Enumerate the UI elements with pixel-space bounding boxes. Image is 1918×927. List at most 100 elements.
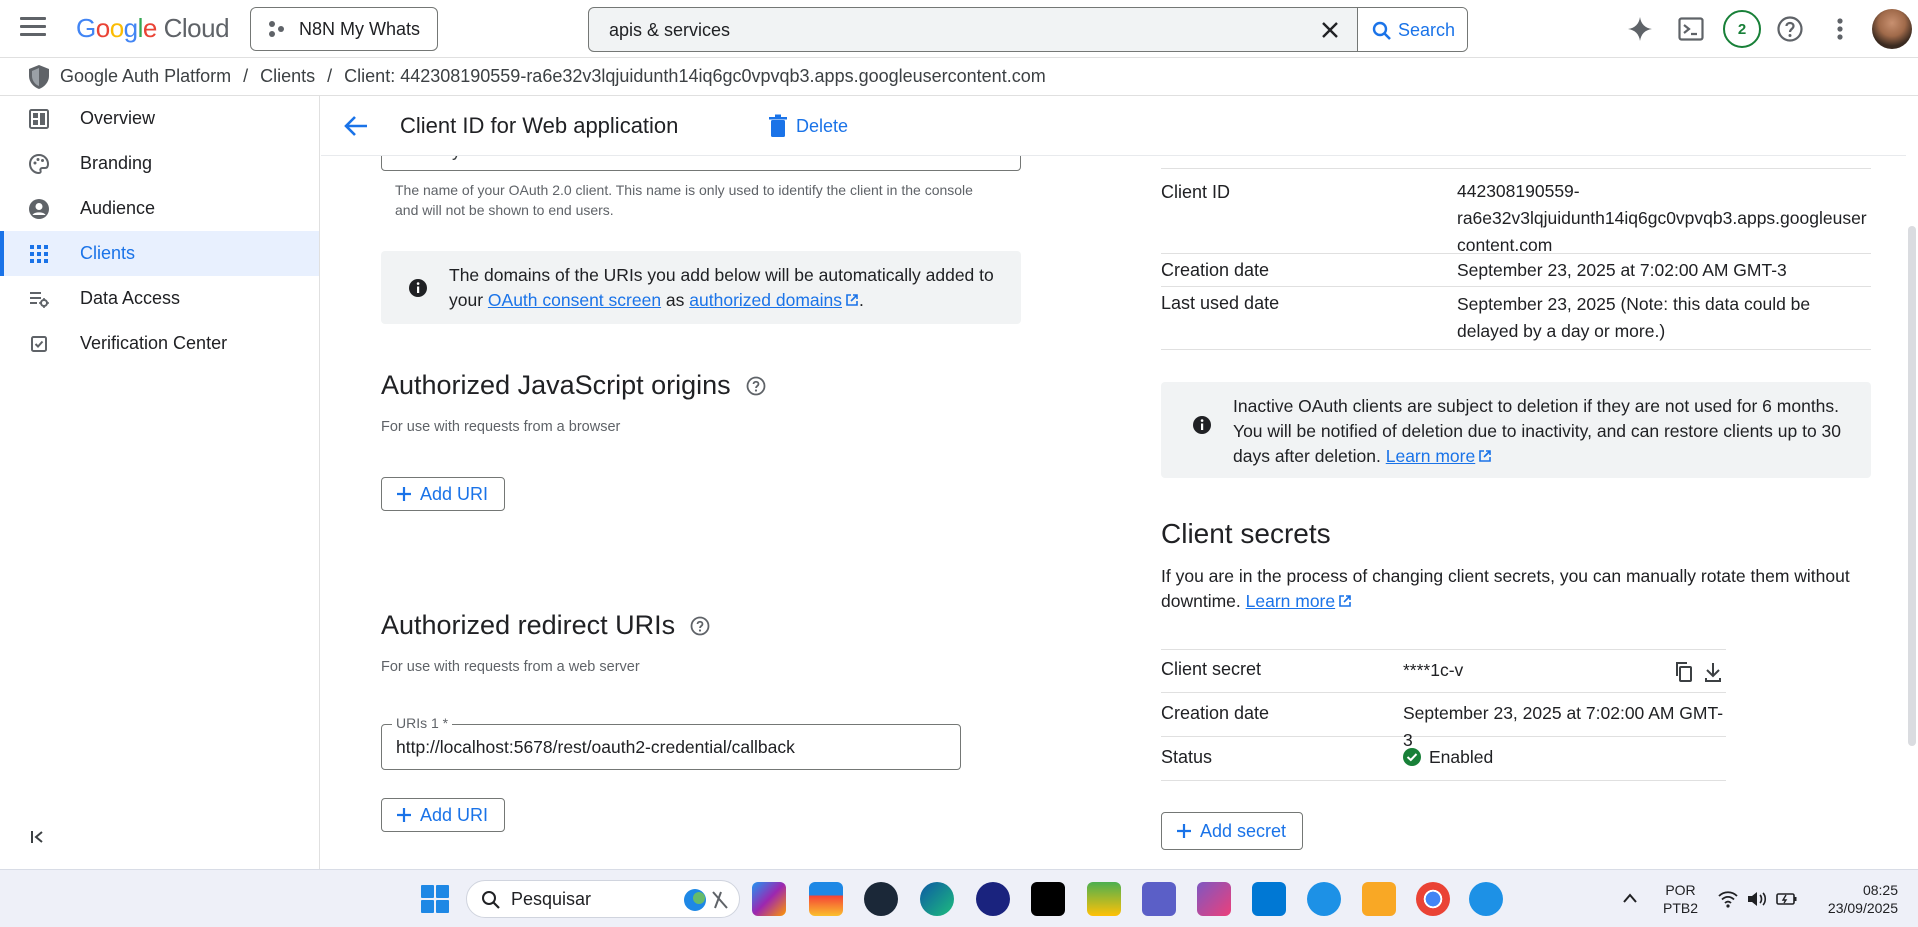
client-secret-table: Client secret ****1c-v Creation date Sep… [1161,650,1726,781]
windows-start-icon[interactable] [418,882,452,916]
vscode-icon[interactable] [1252,882,1286,916]
dashboard-icon [29,109,49,129]
clear-search-icon[interactable] [1315,15,1345,45]
client-name-helper: The name of your OAuth 2.0 client. This … [395,182,973,218]
python-icon[interactable] [1087,882,1121,916]
learn-more-link[interactable]: Learn more [1246,591,1336,611]
project-picker[interactable]: N8N My Whats [250,7,438,51]
scrollbar[interactable] [1906,96,1918,869]
client-id-row: Client ID 442308190559- ra6e32v3lqjuidunt… [1161,169,1871,255]
help-icon[interactable] [745,375,767,397]
docker-desktop-icon[interactable] [1469,882,1503,916]
status-value: Enabled [1403,744,1493,771]
authorized-domains-link[interactable]: authorized domains [689,290,842,310]
more-options-icon[interactable] [1823,12,1857,46]
client-id-value: 442308190559- ra6e32v3lqjuidunth14iq6gc0v… [1457,181,1867,255]
breadcrumb-platform[interactable]: Google Auth Platform [60,66,231,87]
page-title: Client ID for Web application [400,113,679,138]
battery-icon[interactable] [1776,890,1798,908]
cloud-shell-icon[interactable] [1674,12,1708,46]
project-icon [269,21,287,37]
redirect-uri-value[interactable]: http://localhost:5678/rest/oauth2-creden… [396,737,795,758]
inactive-note: Inactive OAuth clients are subject to de… [1161,382,1871,478]
account-avatar[interactable] [1872,9,1912,49]
delete-button[interactable]: Delete [768,110,848,142]
add-redirect-uri-button[interactable]: Add URI [381,798,506,832]
info-icon [1193,416,1211,434]
external-link-icon [1339,595,1351,607]
edge-icon[interactable] [920,882,954,916]
last-used-value: September 23, 2025 (Note: this data coul… [1457,294,1811,341]
scroll-thumb[interactable] [1908,226,1916,746]
help-icon[interactable] [689,615,711,637]
creation-date-value: September 23, 2025 at 7:02:00 AM GMT-3 [1457,260,1787,280]
download-icon[interactable] [1703,661,1723,683]
search-box[interactable]: apis & services Search [588,7,1468,52]
verified-checkbox-icon [31,336,47,352]
volume-icon[interactable] [1746,890,1768,908]
clock[interactable]: 08:25 23/09/2025 [1818,881,1898,917]
client-secrets-description: If you are in the process of changing cl… [1161,566,1850,611]
learn-more-link[interactable]: Learn more [1386,446,1476,466]
account-circle-icon [29,199,49,219]
gemini-icon[interactable] [1623,12,1657,46]
clipchamp-icon[interactable] [1197,882,1231,916]
docker-icon[interactable] [1307,882,1341,916]
sidebar-item-label: Branding [80,153,153,173]
trash-icon [769,114,787,137]
client-secrets-heading: Client secrets [1161,518,1331,549]
sidebar-item-audience[interactable]: Audience [0,186,319,231]
project-name: N8N My Whats [299,18,421,39]
capcut-icon[interactable] [1031,882,1065,916]
breadcrumb-clients[interactable]: Clients [260,66,315,87]
taskbar-search[interactable]: Pesquisar [466,880,740,918]
secret-creation-date-row: Creation date September 23, 2025 at 7:02… [1161,693,1726,750]
last-used-label: Last used date [1161,293,1280,313]
chrome-icon[interactable] [1416,882,1450,916]
palette-icon [28,153,50,175]
search-button[interactable]: Search [1357,8,1467,51]
breadcrumb-separator: / [243,66,249,86]
redirect-uris-heading: Authorized redirect URIs [381,610,711,641]
data-access-icon [30,292,49,308]
language-indicator[interactable]: POR PTB2 [1663,881,1698,917]
search-button-label: Search [1397,20,1456,40]
sidebar-item-branding[interactable]: Branding [0,141,319,186]
sidebar-item-verification-center[interactable]: Verification Center [0,321,319,366]
client-secret-value: ****1c-v [1403,660,1464,680]
windows-taskbar: Pesquisar POR PTB2 08:25 23/09/2025 [0,869,1918,927]
top-bar: Google Cloud N8N My Whats apis & service… [0,0,1918,58]
collapse-sidebar-icon[interactable] [30,829,46,850]
search-input[interactable]: apis & services [609,20,730,41]
help-icon[interactable] [1773,12,1807,46]
plus-icon [397,808,411,822]
chevron-up-icon[interactable] [1622,892,1638,904]
teams-icon[interactable] [1142,882,1176,916]
sidebar-item-data-access[interactable]: Data Access [0,276,319,321]
main-menu-icon[interactable] [20,17,46,39]
notifications-badge[interactable]: 2 [1723,10,1761,48]
wifi-icon[interactable] [1718,890,1738,908]
steam-icon[interactable] [864,882,898,916]
copilot-icon[interactable] [752,882,786,916]
copy-icon[interactable] [1674,661,1694,683]
main-content: N8N My Whats Client ID for Web applicati… [321,96,1918,869]
sidebar-item-label: Data Access [80,288,181,308]
add-js-origin-button[interactable]: Add URI [381,477,506,511]
sidebar-item-clients[interactable]: Clients [0,231,319,276]
file-explorer-icon[interactable] [1362,882,1396,916]
client-info-table: Client ID 442308190559- ra6e32v3lqjuidunt… [1161,169,1871,350]
google-cloud-logo[interactable]: Google Cloud [76,13,230,44]
redirect-uri-field[interactable]: URIs 1 * http://localhost:5678/rest/oaut… [381,715,961,770]
sidebar-item-overview[interactable]: Overview [0,96,319,141]
store-icon[interactable] [809,882,843,916]
add-secret-button[interactable]: Add secret [1161,812,1304,850]
info-icon [409,279,427,297]
oauth-consent-link[interactable]: OAuth consent screen [488,290,661,310]
js-origins-heading: Authorized JavaScript origins [381,370,767,401]
app-q-icon[interactable] [976,882,1010,916]
back-arrow-icon[interactable] [343,114,369,138]
breadcrumb: Google Auth Platform / Clients / Client:… [0,58,1918,96]
sidebar-item-label: Overview [80,108,156,128]
domains-note-text: The domains of the URIs you add below wi… [449,265,994,310]
